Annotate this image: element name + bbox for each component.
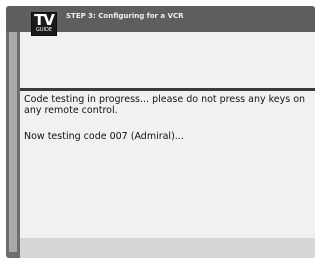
footer-bar	[20, 238, 315, 258]
status-message: Code testing in progress... please do no…	[24, 94, 306, 116]
message-panel: Code testing in progress... please do no…	[20, 91, 315, 238]
testing-message: Now testing code 007 (Admiral)...	[24, 131, 184, 142]
tv-screen: STEP 3: Configuring for a VCR TV GUIDE C…	[6, 6, 315, 258]
left-frame-highlight	[9, 32, 17, 252]
top-panel	[20, 32, 315, 88]
logo-sub-text: GUIDE	[35, 27, 53, 33]
tv-guide-logo: TV GUIDE	[31, 11, 57, 36]
step-title: STEP 3: Configuring for a VCR	[66, 12, 184, 20]
